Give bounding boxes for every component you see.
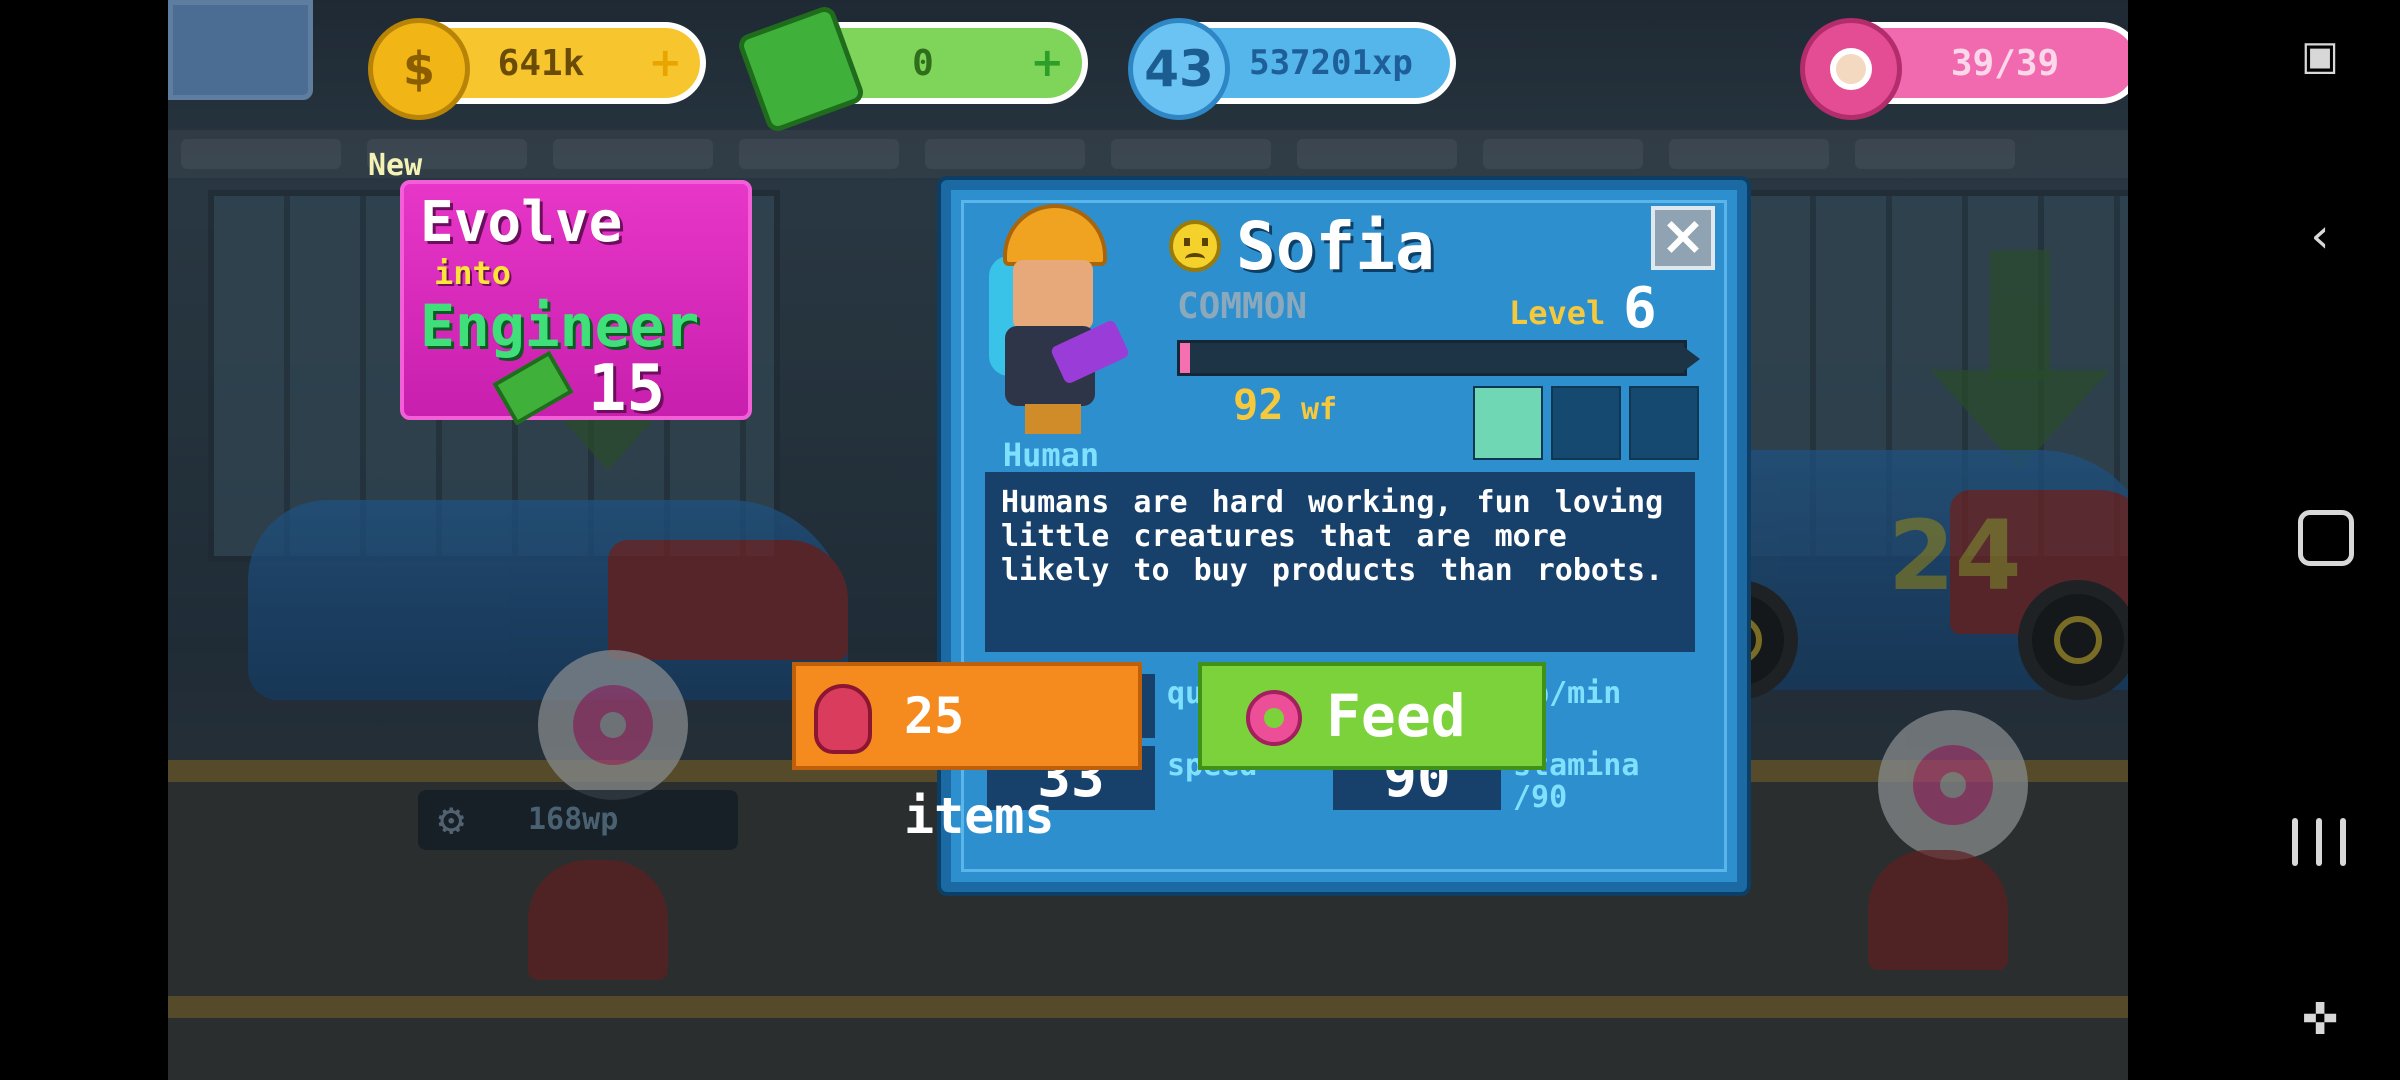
screenshot-tool-icon[interactable]: ▣ [2280,16,2360,96]
rarity-label: COMMON [1177,286,1308,327]
game-launcher-icon[interactable]: ✜ [2280,980,2360,1060]
worker-portrait [985,204,1131,444]
recents-icon[interactable] [2292,818,2346,866]
evolve-cost: 15 [588,352,666,426]
star-slot-3 [1629,386,1699,460]
star-slot-2 [1551,386,1621,460]
worker-info-dialog: × Human Sofia COMMON Level 6 92 wf Human… [941,180,1747,892]
evolve-target: Engineer [420,292,700,360]
wf-unit: wf [1301,392,1338,427]
feed-button[interactable]: Feed [1198,662,1546,770]
cash-counter[interactable]: 0 + [735,3,1088,135]
donut-value: 39/39 [1950,42,2060,84]
game-viewport: 24 ⚙ 168wp $ 641k + 0 + 43 537201xp 39/3… [168,0,2128,1080]
donut-icon [1246,690,1302,746]
donut-counter[interactable]: 39/39 [1800,18,2128,120]
race-label: Human [1002,436,1100,474]
evolve-title: Evolve [420,190,623,255]
evolve-button[interactable]: Evolve into Engineer 15 [400,180,752,426]
items-button[interactable]: 25 items [792,662,1142,845]
home-icon[interactable] [2298,510,2354,566]
system-nav-bar: ▣ ‹ ✜ [2240,0,2400,1080]
level-progress-fill [1180,343,1191,373]
player-level: 43 [1144,40,1214,98]
level-progress-bar [1177,340,1700,376]
level-value: 6 [1623,276,1657,341]
new-tag: New [368,148,423,183]
wf-value: 92 [1233,380,1284,429]
gold-counter[interactable]: $ 641k + [368,18,706,120]
worker-description: Humans are hard working, fun loving litt… [985,472,1695,652]
close-button[interactable]: × [1651,206,1715,270]
potion-icon [814,684,872,754]
level-label: Level [1509,294,1606,332]
settings-avatar-button[interactable] [168,0,313,100]
cash-icon [492,350,574,426]
xp-counter[interactable]: 43 537201xp [1128,18,1456,120]
star-slot-1 [1473,386,1543,460]
worker-name: Sofia [1236,208,1435,285]
add-gold-button[interactable]: + [648,40,682,86]
sad-face-icon [1169,220,1221,272]
feed-button-label: Feed [1326,682,1466,750]
items-button-label: 25 items [904,687,1055,845]
evolve-into: into [434,254,512,292]
back-icon[interactable]: ‹ [2280,196,2360,276]
xp-value: 537201xp [1249,43,1413,83]
add-cash-button[interactable]: + [1030,40,1064,86]
